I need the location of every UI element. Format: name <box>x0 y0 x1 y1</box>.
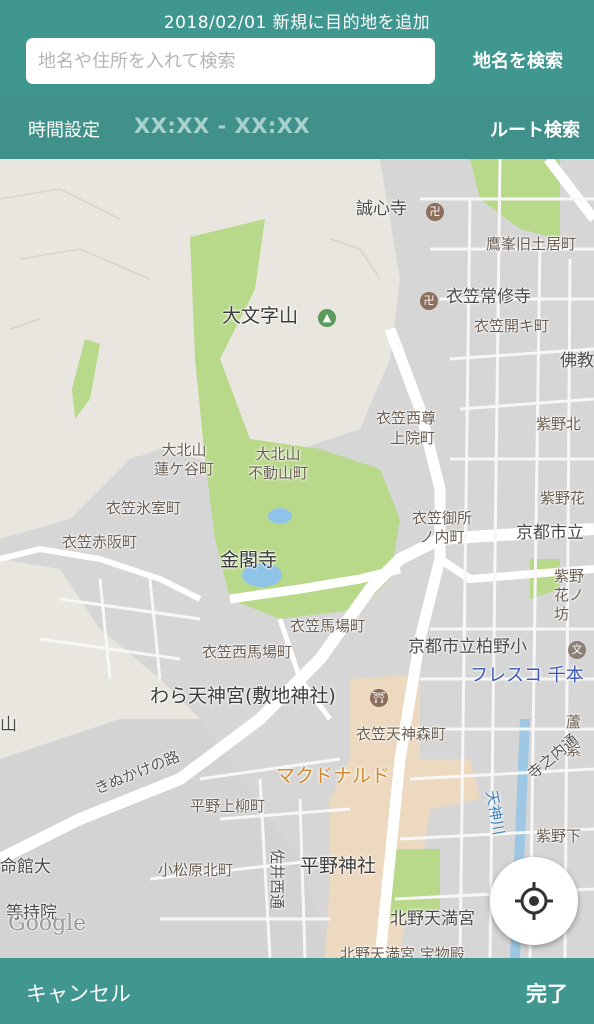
map-label: 金閣寺 <box>220 549 278 571</box>
time-setting-label: 時間設定 <box>28 120 100 141</box>
current-location-button[interactable] <box>490 857 578 945</box>
map-label: 紫野 花ノ坊 <box>554 567 585 623</box>
cancel-button[interactable]: キャンセル <box>26 978 131 1008</box>
map-label: 衣笠常修寺 <box>446 287 531 307</box>
temple-icon: 卍 <box>426 203 444 221</box>
map-label: 京都市立柏野小 <box>408 637 527 657</box>
done-button[interactable]: 完了 <box>526 978 568 1008</box>
search-place-button[interactable]: 地名を検索 <box>450 40 586 84</box>
map-label: 上院町 <box>390 429 436 447</box>
map-label: 北野天満宮 <box>390 909 475 929</box>
map-label: 大北山 不動山町 <box>247 445 308 482</box>
road-label: 佐井西通 <box>268 849 286 910</box>
map-canvas <box>0 159 594 958</box>
map-label: 衣笠天神森町 <box>356 725 447 743</box>
page-title: 2018/02/01 新規に目的地を追加 <box>163 13 431 33</box>
temple-icon: 卍 <box>420 292 438 310</box>
map-label: 衣笠西尊 <box>376 409 437 427</box>
school-icon: 文 <box>568 641 586 659</box>
map-label: 鷹峯旧土居町 <box>486 235 577 253</box>
map-label: 山 <box>0 715 17 735</box>
map-label: 紫野北 <box>536 415 582 433</box>
map-label: マクドナルド <box>276 765 391 787</box>
map-label: 平野上柳町 <box>190 797 266 815</box>
time-settings-bar: 時間設定 XX:XX - XX:XX ルート検索 <box>0 96 594 159</box>
map-label: 大北山 蓮ケ谷町 <box>153 441 214 478</box>
map-label: 蘆 <box>566 713 582 731</box>
map-label: 紫野下 <box>536 827 582 845</box>
google-logo: Google <box>8 911 87 936</box>
map-label: 衣笠西馬場町 <box>202 643 293 661</box>
map-label: 平野神社 <box>300 855 377 877</box>
bottom-bar: キャンセル 完了 <box>0 958 594 1024</box>
map-label: 衣笠御所 ノ内町 <box>411 509 472 546</box>
place-search-input[interactable] <box>26 38 435 84</box>
map-label: 京都市立 <box>516 523 584 543</box>
shrine-icon: ⛩ <box>370 689 388 707</box>
map-label: 北野天満宮 宝物殿 <box>340 945 465 958</box>
crosshair-icon <box>515 882 553 920</box>
map-view[interactable]: 誠心寺 卍 鷹峯旧土居町 卍 衣笠常修寺 衣笠開キ町 大文字山 ▲ 佛教 衣笠西… <box>0 159 594 958</box>
app-header: 2018/02/01 新規に目的地を追加 地名を検索 <box>0 0 594 96</box>
map-label: フレスコ 千本 <box>470 665 584 686</box>
map-label: 佛教 <box>560 351 594 371</box>
map-label: 紫野花 <box>540 489 586 507</box>
map-label: 小松原北町 <box>158 861 234 879</box>
map-label: 衣笠馬場町 <box>290 617 366 635</box>
map-label: 衣笠開キ町 <box>474 317 550 335</box>
map-label: 誠心寺 <box>356 199 407 219</box>
time-range-field[interactable]: XX:XX - XX:XX <box>134 114 310 138</box>
map-label: 命館大 <box>0 857 51 877</box>
map-label: 衣笠赤阪町 <box>62 533 138 551</box>
mountain-icon: ▲ <box>318 309 336 327</box>
map-label: わら天神宮(敷地神社) <box>150 685 336 707</box>
map-label: 大文字山 <box>222 305 299 327</box>
route-search-button[interactable]: ルート検索 <box>490 116 580 142</box>
map-label: 衣笠氷室町 <box>106 499 182 517</box>
